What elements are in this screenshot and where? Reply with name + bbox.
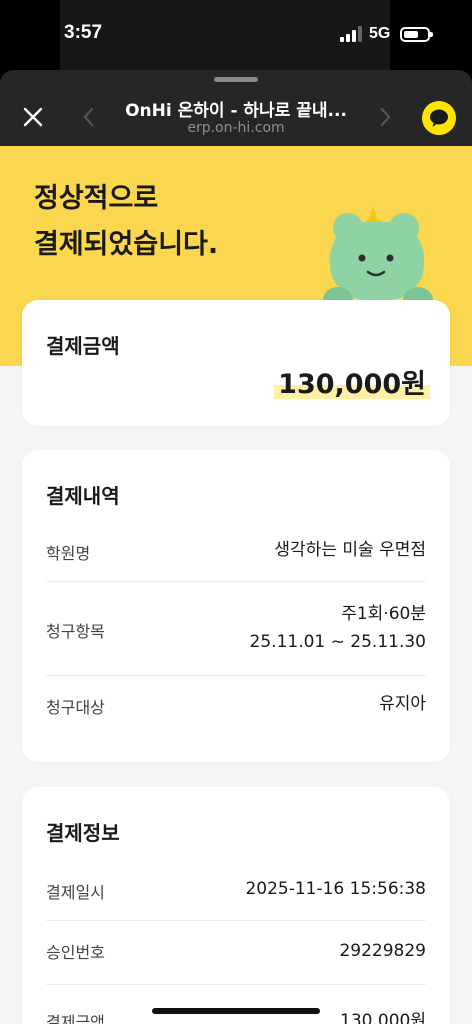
kakao-talk-button[interactable] xyxy=(422,101,456,135)
hero-title-line1: 정상적으로 xyxy=(34,183,159,214)
hero-title-line2: 결제되었습니다. xyxy=(34,229,219,260)
amount-card: 결제금액 130,000원 xyxy=(22,300,450,426)
page-url: erp.on-hi.com xyxy=(187,120,285,136)
row-value: 유지아 xyxy=(379,694,426,714)
battery-icon xyxy=(400,27,433,42)
amount-value-wrap: 130,000원 xyxy=(274,362,430,401)
payment-info-title: 결제정보 xyxy=(46,821,120,845)
hero-title: 정상적으로 결제되었습니다. xyxy=(34,176,218,268)
details-row-item: 청구항목 주1회·60분 25.11.01 ~ 25.11.30 xyxy=(46,582,426,676)
row-value: 130,000원 xyxy=(340,1011,426,1024)
payinfo-row-amount: 결제금액 130,000원 xyxy=(46,985,426,1024)
mascot-frog xyxy=(323,206,433,313)
chevron-left-icon[interactable] xyxy=(80,106,98,128)
close-icon[interactable] xyxy=(20,104,46,130)
row-label: 학원명 xyxy=(46,544,91,563)
network-label: 5G xyxy=(369,25,391,42)
details-card: 결제내역 학원명 생각하는 미술 우면점 청구항목 주1회·60분 25.11.… xyxy=(22,450,450,762)
amount-label: 결제금액 xyxy=(46,334,120,358)
status-bar: 3:57 5G xyxy=(0,0,472,72)
chevron-right-icon[interactable] xyxy=(376,106,394,128)
row-value: 주1회·60분 25.11.01 ~ 25.11.30 xyxy=(250,600,426,656)
home-indicator[interactable] xyxy=(152,1008,320,1014)
signal-icon xyxy=(340,26,362,42)
payment-info-card: 결제정보 결제일시 2025-11-16 15:56:38 승인번호 29229… xyxy=(22,787,450,1024)
row-label: 청구대상 xyxy=(46,698,105,717)
payinfo-row-approval: 승인번호 29229829 xyxy=(46,921,426,985)
payinfo-row-datetime: 결제일시 2025-11-16 15:56:38 xyxy=(46,869,426,921)
amount-value: 130,000원 xyxy=(278,369,426,400)
row-value: 2025-11-16 15:56:38 xyxy=(245,879,426,899)
status-time: 3:57 xyxy=(64,22,103,43)
page-title: OnHi 온하이 - 하나로 끝내... xyxy=(125,101,347,121)
row-label: 청구항목 xyxy=(46,622,105,641)
details-title: 결제내역 xyxy=(46,484,120,508)
kakao-talk-icon xyxy=(430,109,448,127)
row-label: 결제금액 xyxy=(46,1013,105,1024)
page-content: 정상적으로 결제되었습니다. 결제금액 130,000원 결제내역 학원명 생각… xyxy=(0,146,472,1024)
row-value-line1: 주1회·60분 xyxy=(341,604,426,624)
row-value: 29229829 xyxy=(339,941,426,961)
sheet-grabber[interactable] xyxy=(214,77,258,82)
details-row-target: 청구대상 유지아 xyxy=(46,676,426,736)
row-value: 생각하는 미술 우면점 xyxy=(274,540,426,560)
row-label: 승인번호 xyxy=(46,943,105,962)
browser-sheet-header: OnHi 온하이 - 하나로 끝내... erp.on-hi.com xyxy=(0,70,472,146)
details-row-academy: 학원명 생각하는 미술 우면점 xyxy=(46,532,426,582)
row-value-line2: 25.11.01 ~ 25.11.30 xyxy=(249,632,426,652)
row-label: 결제일시 xyxy=(46,883,105,902)
